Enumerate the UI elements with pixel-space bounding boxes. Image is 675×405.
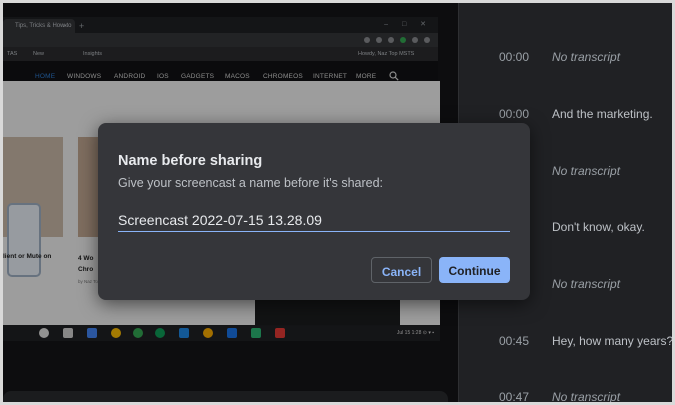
name-before-sharing-dialog: Name before sharing Give your screencast… xyxy=(98,123,530,300)
transcript-row[interactable]: 00:00 And the marketing. xyxy=(459,104,672,124)
transcript-time: 00:47 xyxy=(499,390,530,402)
transcript-text: No transcript xyxy=(552,164,621,178)
transcript-text: No transcript xyxy=(552,390,621,402)
dialog-title: Name before sharing xyxy=(118,153,263,169)
transcript-text: And the marketing. xyxy=(552,107,653,121)
screencast-name-input[interactable] xyxy=(118,209,510,232)
screencast-window: Tips, Tricks & How-to × + – □ ✕ TAS New … xyxy=(3,3,672,402)
continue-button[interactable]: Continue xyxy=(439,257,510,283)
transcript-text: No transcript xyxy=(552,277,621,291)
transcript-time: 00:00 xyxy=(499,50,530,64)
transcript-text: Don't know, okay. xyxy=(552,220,645,234)
cancel-button[interactable]: Cancel xyxy=(371,257,432,283)
dialog-subtitle: Give your screencast a name before it's … xyxy=(118,176,384,190)
transcript-time: 00:45 xyxy=(499,334,530,348)
transcript-text: Hey, how many years? xyxy=(552,334,672,348)
transcript-text: No transcript xyxy=(552,50,621,64)
transcript-row[interactable]: 00:47 No transcript xyxy=(459,387,672,402)
transcript-time: 00:00 xyxy=(499,107,530,121)
transcript-row[interactable]: 00:00 No transcript xyxy=(459,47,672,67)
transcript-row[interactable]: 00:45 Hey, how many years? xyxy=(459,331,672,351)
